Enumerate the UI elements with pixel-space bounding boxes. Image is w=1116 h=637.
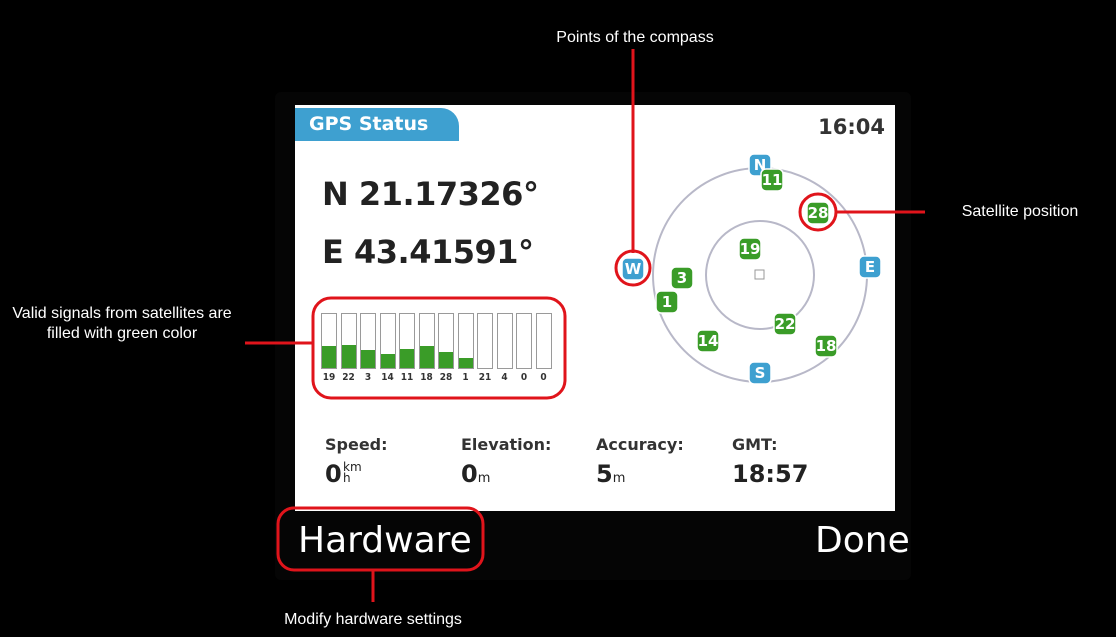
satellite-callout-text: Satellite position [961,203,1079,220]
compass-callout-text: Points of the compass [556,29,714,46]
satellite-callout-circle [798,192,838,232]
signals-callout-text: Valid signals from satellites are filled… [12,305,232,342]
compass-callout-circle [614,249,652,287]
hardware-callout-box [276,506,485,572]
hardware-callout-text: Modify hardware settings [284,611,462,628]
signals-callout-box [311,296,567,400]
